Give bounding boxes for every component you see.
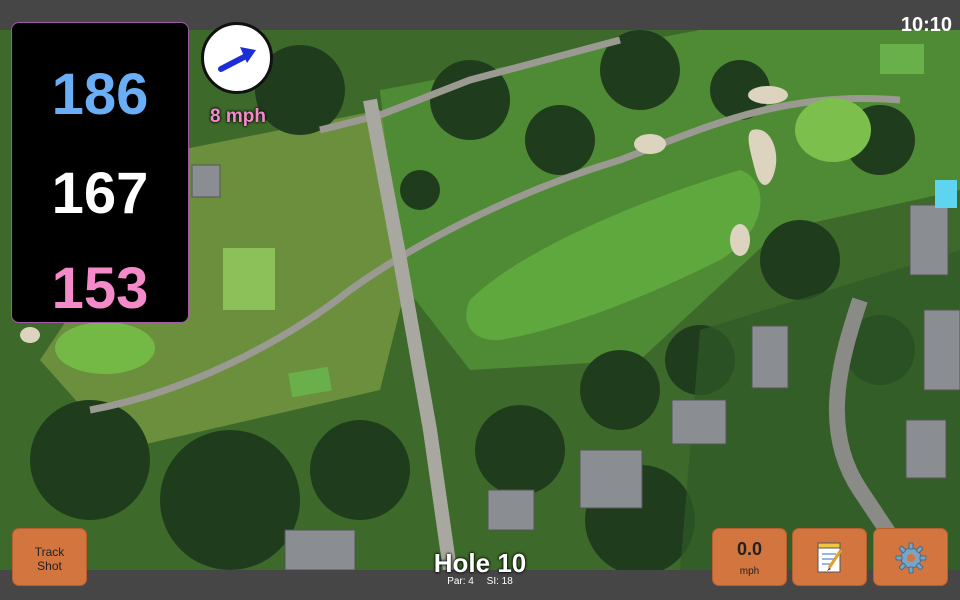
track-shot-button[interactable]: Track Shot <box>12 528 87 586</box>
notepad-icon <box>817 542 842 573</box>
back-distance: 186 <box>51 62 149 127</box>
track-shot-label-line1: Track <box>34 545 65 559</box>
wind-arrow-icon <box>218 47 256 72</box>
settings-button[interactable] <box>873 528 948 586</box>
middle-distance: 167 <box>51 161 149 226</box>
speed-value: 0.0 <box>736 539 763 559</box>
speed-button[interactable]: 0.0 mph <box>712 528 787 586</box>
speed-unit: mph <box>739 566 760 577</box>
clock: 10:10 <box>900 14 952 36</box>
notes-button[interactable] <box>792 528 867 586</box>
hole-title: Hole 10 <box>433 548 527 578</box>
hole-info: Par: 4 SI: 18 <box>380 576 580 587</box>
wind-speed: 8 mph <box>210 106 266 127</box>
stroke-index-label: SI: 18 <box>486 576 513 587</box>
par-label: Par: 4 <box>447 576 474 587</box>
distance-panel: 186 167 153 <box>11 22 189 323</box>
gear-icon <box>895 542 926 574</box>
front-distance: 153 <box>51 256 149 321</box>
track-shot-label-line2: Shot <box>37 559 62 573</box>
wind-compass <box>201 22 273 94</box>
